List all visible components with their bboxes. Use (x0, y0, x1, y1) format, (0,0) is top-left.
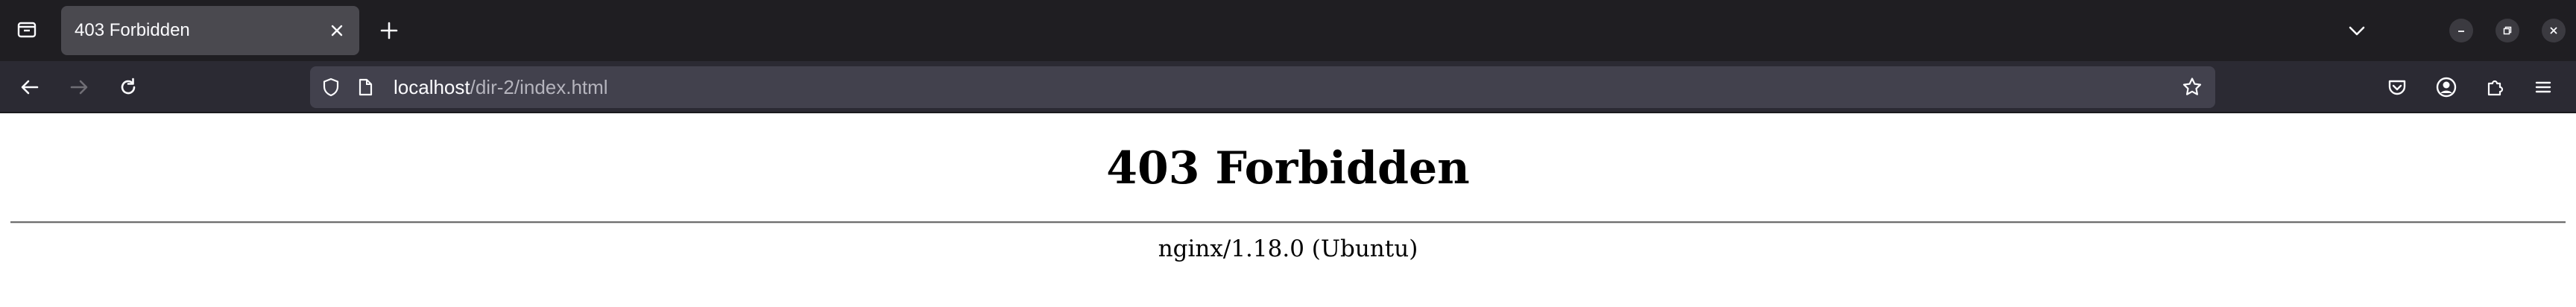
list-all-tabs-button[interactable] (2340, 14, 2373, 47)
url-bar[interactable]: localhost/dir-2/index.html (310, 66, 2215, 108)
minimize-button[interactable] (2449, 19, 2473, 42)
url-path: /dir-2/index.html (470, 76, 608, 98)
page-icon[interactable] (353, 75, 377, 99)
navigation-toolbar: localhost/dir-2/index.html (0, 61, 2576, 113)
restore-icon (2501, 25, 2513, 37)
page-content: 403 Forbidden nginx/1.18.0 (Ubuntu) (0, 113, 2576, 307)
url-text[interactable]: localhost/dir-2/index.html (394, 66, 608, 108)
account-button[interactable] (2430, 71, 2463, 104)
star-icon (2181, 76, 2203, 98)
tab-list-icon (16, 18, 38, 40)
forward-button[interactable] (63, 71, 95, 104)
plus-icon (379, 20, 400, 41)
app-menu-button[interactable] (2527, 71, 2560, 104)
account-icon (2434, 75, 2458, 99)
horizontal-rule (10, 221, 2566, 224)
close-icon (2548, 25, 2560, 37)
shield-icon[interactable] (319, 75, 343, 99)
minimize-icon (2455, 25, 2467, 37)
page-heading: 403 Forbidden (1106, 142, 1470, 194)
arrow-left-icon (19, 76, 41, 98)
tab-close-button[interactable] (325, 19, 349, 42)
tab-title: 403 Forbidden (75, 20, 190, 40)
tab-active[interactable]: 403 Forbidden (61, 6, 359, 55)
arrow-right-icon (68, 76, 90, 98)
tab-strip: 403 Forbidden (0, 0, 2576, 61)
window-close-button[interactable] (2542, 19, 2566, 42)
pocket-icon (2386, 76, 2408, 98)
restore-button[interactable] (2496, 19, 2519, 42)
pocket-button[interactable] (2381, 71, 2414, 104)
bookmark-button[interactable] (2179, 75, 2205, 100)
reload-button[interactable] (112, 71, 145, 104)
tab-list-button[interactable] (10, 13, 43, 45)
back-button[interactable] (13, 71, 46, 104)
chevron-down-icon (2346, 20, 2367, 41)
new-tab-button[interactable] (373, 14, 405, 47)
puzzle-icon (2484, 76, 2507, 98)
reload-icon (117, 76, 139, 98)
server-signature: nginx/1.18.0 (Ubuntu) (1158, 235, 1418, 262)
url-host: localhost (394, 76, 470, 98)
extensions-button[interactable] (2479, 71, 2512, 104)
close-icon (329, 22, 345, 39)
hamburger-menu-icon (2533, 77, 2554, 98)
